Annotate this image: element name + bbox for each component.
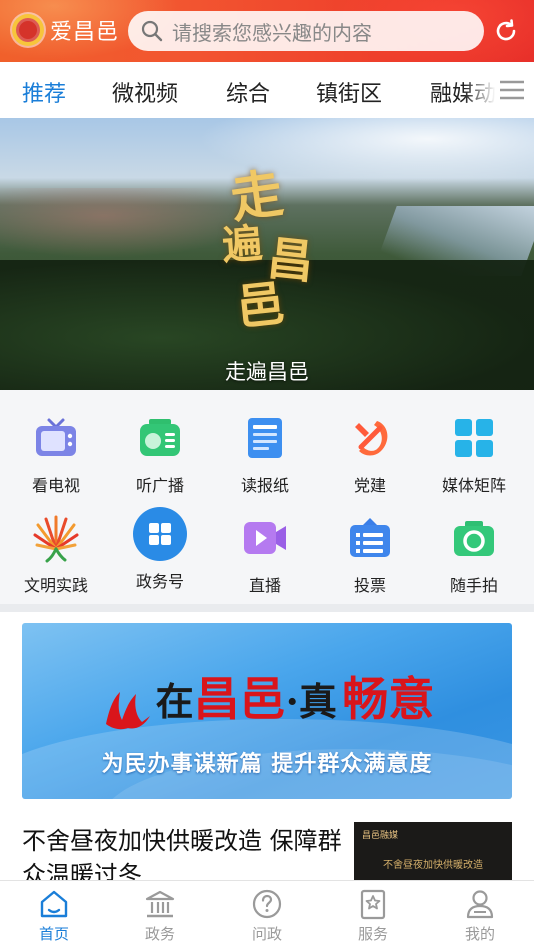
search-placeholder: 请搜索您感兴趣的内容 [172, 20, 372, 45]
live-video-icon [241, 514, 289, 562]
banner-calligraphy: 走 遍 昌 邑 [221, 154, 317, 337]
news-thumbnail: 昌邑融媒 不舍昼夜加快供暖改造 [354, 822, 512, 880]
question-icon [227, 887, 307, 921]
promo-subtitle: 为民办事谋新篇 提升群众满意度 [101, 752, 433, 777]
app-logo[interactable]: 爱昌邑 [12, 14, 119, 46]
nav-label: 服务 [357, 925, 388, 943]
promo-banner[interactable]: 在昌邑·真 畅意 为民办事谋新篇 提升群众满意度 [22, 623, 512, 799]
promo-headline: 在昌邑·真 畅意 [22, 663, 512, 736]
search-icon [141, 20, 163, 42]
grid-label: 文明实践 [23, 576, 88, 595]
app-name: 爱昌邑 [50, 20, 120, 45]
top-header: 爱昌邑 请搜索您感兴趣的内容 [0, 0, 534, 62]
news-title: 不舍昼夜加快供暖改造 保障群众温暖过冬 [22, 827, 342, 880]
grid-label: 读报纸 [240, 476, 289, 495]
news-item[interactable]: 不舍昼夜加快供暖改造 保障群众温暖过冬 昌邑融媒 不舍昼夜加快供暖改造 [0, 810, 534, 880]
camera-icon [450, 514, 498, 562]
hero-banner[interactable]: 走 遍 昌 邑 走遍昌邑 [0, 118, 534, 390]
grid-item-matrix[interactable]: 媒体矩阵 [422, 414, 526, 496]
section-divider [0, 604, 534, 612]
grid-item-camera[interactable]: 随手拍 [422, 514, 526, 596]
nav-label: 我的 [464, 925, 495, 943]
banner-caption: 走遍昌邑 [225, 360, 309, 384]
promo-headline-part: 畅意 [342, 672, 435, 726]
nav-inquiry[interactable]: 问政 [227, 887, 307, 944]
home-icon [14, 887, 94, 921]
nav-label: 问政 [251, 925, 282, 943]
grid-item-vote[interactable]: 投票 [318, 514, 422, 596]
nav-profile[interactable]: 我的 [440, 887, 520, 944]
grid-item-party[interactable]: 党建 [318, 414, 422, 496]
nav-label: 政务 [144, 925, 175, 943]
thumb-logo: 昌邑融媒 [362, 831, 399, 841]
feature-grid: 看电视 听广播 读报纸 党建 媒体矩阵 文明实践 政务号 直播 投票 随手拍 [0, 390, 534, 604]
vote-icon [346, 514, 394, 562]
promo-headline-part: 昌邑 [193, 672, 286, 726]
logo-emblem-icon [12, 14, 44, 46]
refresh-icon[interactable] [492, 17, 520, 45]
promo-headline-part: ·真 [285, 679, 337, 724]
search-input[interactable]: 请搜索您感兴趣的内容 [128, 11, 484, 51]
grid-label: 听广播 [135, 476, 184, 495]
grid-label: 投票 [353, 576, 386, 595]
tab-recommend[interactable]: 推荐 [22, 76, 66, 108]
government-account-icon [132, 506, 188, 562]
grid-label: 媒体矩阵 [441, 476, 506, 495]
tv-icon [32, 414, 80, 462]
category-tabs: 推荐 微视频 综合 镇街区 融媒动 [0, 62, 534, 118]
tab-general[interactable]: 综合 [226, 76, 270, 108]
nav-label: 首页 [38, 925, 69, 943]
radio-icon [136, 414, 184, 462]
government-building-icon [120, 887, 200, 921]
nav-service[interactable]: 服务 [333, 887, 413, 944]
party-emblem-icon [346, 414, 394, 462]
calligraphy-char: 邑 [233, 275, 288, 337]
grid-label: 看电视 [31, 476, 80, 495]
grid-label: 直播 [248, 576, 281, 595]
promo-headline-part: 在 [155, 679, 194, 724]
promo-section: 在昌邑·真 畅意 为民办事谋新篇 提升群众满意度 [0, 612, 534, 810]
nav-government[interactable]: 政务 [120, 887, 200, 944]
service-bookmark-icon [333, 887, 413, 921]
grid-item-live[interactable]: 直播 [213, 514, 317, 596]
grid-label: 党建 [353, 476, 386, 495]
grid-item-civilization[interactable]: 文明实践 [4, 514, 108, 596]
newspaper-icon [241, 414, 289, 462]
grid-item-government-account[interactable]: 政务号 [108, 506, 212, 592]
grid-item-newspaper[interactable]: 读报纸 [213, 414, 317, 496]
matrix-icon [450, 414, 498, 462]
menu-icon[interactable] [498, 78, 526, 102]
nav-home[interactable]: 首页 [14, 887, 94, 944]
bottom-nav: 首页 政务 问政 服务 我的 [0, 880, 534, 951]
thumb-caption: 不舍昼夜加快供暖改造 [383, 860, 483, 871]
tab-towns[interactable]: 镇街区 [316, 76, 382, 108]
calligraphy-char: 遍 [220, 219, 264, 270]
grid-label: 政务号 [135, 572, 184, 591]
grid-item-radio[interactable]: 听广播 [108, 414, 212, 496]
tab-micro-video[interactable]: 微视频 [112, 76, 178, 108]
civilization-icon [32, 514, 80, 563]
grid-item-tv[interactable]: 看电视 [4, 414, 108, 496]
brand-mark-icon [100, 686, 156, 736]
user-icon [440, 887, 520, 921]
grid-label: 随手拍 [449, 576, 498, 595]
